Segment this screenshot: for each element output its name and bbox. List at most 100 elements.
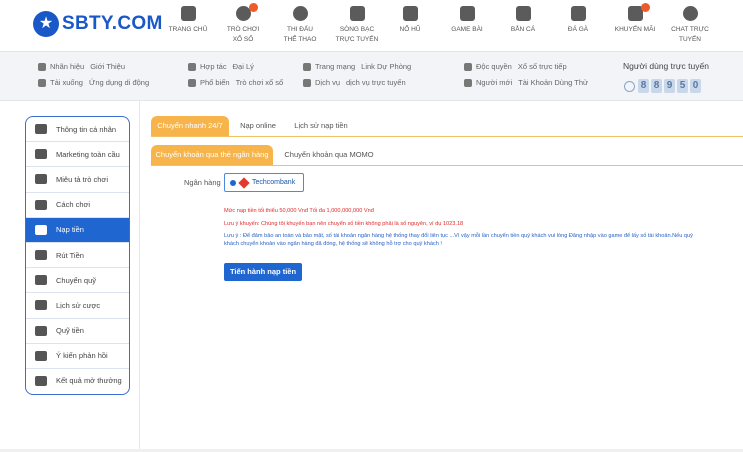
nav-ban-ca[interactable]: BẮN CÁ xyxy=(505,0,541,51)
subnav-link[interactable]: Dịch vụ xyxy=(315,78,340,87)
subnav-link[interactable]: Độc quyền xyxy=(476,62,512,71)
nav-label: GAME BÀI xyxy=(451,26,483,33)
counter-digit: 9 xyxy=(664,79,675,93)
subnav-group-popular: Phổ biến Trò chơi xổ số xyxy=(188,78,289,87)
id-card-icon xyxy=(35,124,47,135)
money-icon xyxy=(35,325,47,336)
subnav-link[interactable]: Trò chơi xổ số xyxy=(236,78,284,87)
subnav-link[interactable]: Tài Khoản Dùng Thử xyxy=(518,78,588,87)
subnav-link[interactable]: Đại Lý xyxy=(233,62,254,71)
logo[interactable]: SBTY.COM xyxy=(33,11,163,37)
subnav-group-download: Tải xuống Ứng dụng di động xyxy=(38,78,155,87)
sidebar-item-feedback[interactable]: Ý kiến phản hồi xyxy=(26,344,129,369)
tab-bank-transfer[interactable]: Chuyển khoản qua thẻ ngân hàng xyxy=(151,145,273,165)
sub-navigation: Nhãn hiệu Giới Thiệu Tải xuống Ứng dụng … xyxy=(0,52,743,101)
deposit-tabs: Chuyển nhanh 24/7 Nạp online Lịch sử nạp… xyxy=(151,116,743,137)
counter-digit: 5 xyxy=(677,79,688,93)
rooster-icon xyxy=(570,6,586,21)
heart-icon xyxy=(188,62,196,71)
deposit-limit-note: Mức nạp tiền tối thiểu 50,000 Vnđ Tối đa… xyxy=(224,208,374,214)
sidebar-item-label: Chuyển quỹ xyxy=(56,275,97,285)
sidebar-item-label: Marketing toàn cầu xyxy=(56,149,120,159)
feedback-icon xyxy=(35,350,47,361)
subnav-link[interactable]: Trang mạng xyxy=(315,62,355,71)
sidebar-item-marketing[interactable]: Marketing toàn cầu xyxy=(26,142,129,168)
amount-suggestion-note: Lưu ý khuyến: Chúng tôi khuyến bạn nên c… xyxy=(224,221,464,227)
nav-xo-so[interactable]: TRÒ CHƠI XỔ SỐ xyxy=(223,0,263,51)
subnav-link[interactable]: dịch vụ trực tuyến xyxy=(346,78,406,87)
sidebar-item-withdraw[interactable]: Rút Tiền xyxy=(26,243,129,269)
chat-icon xyxy=(682,6,698,21)
bank-option-techcombank[interactable]: Techcombank xyxy=(224,173,304,192)
content-divider xyxy=(139,100,140,452)
subnav-link[interactable]: Giới Thiệu xyxy=(90,62,125,71)
nav-game-bai[interactable]: GAME BÀI xyxy=(449,0,485,51)
submit-deposit-button[interactable]: Tiến hành nạp tiền xyxy=(224,263,302,281)
sidebar-item-label: Thông tin cá nhân xyxy=(56,124,117,134)
subnav-group-service: Dịch vụ dịch vụ trực tuyến xyxy=(303,78,412,87)
subnav-link[interactable]: Link Dự Phòng xyxy=(361,62,411,71)
sidebar-item-profile[interactable]: Thông tin cá nhân xyxy=(26,117,129,143)
logo-star-icon xyxy=(33,11,59,37)
nav-label: KHUYẾN MÃI xyxy=(614,26,656,33)
subnav-link[interactable]: Ứng dụng di động xyxy=(89,78,149,87)
security-note: Lưu ý : Để đảm bảo an toàn và bảo mật, s… xyxy=(224,233,693,247)
online-users-title: Người dùng trực tuyến xyxy=(623,61,709,71)
clock-icon xyxy=(35,375,47,386)
nav-label: BẮN CÁ xyxy=(510,26,536,33)
subnav-link[interactable]: Nhãn hiệu xyxy=(50,62,84,71)
slot-machine-icon xyxy=(402,6,418,21)
bank-label: Ngân hàng xyxy=(184,178,221,187)
sidebar-item-how-to-play[interactable]: Cách chơi xyxy=(26,193,129,218)
user-check-icon xyxy=(464,78,472,87)
nav-no-hu[interactable]: NỔ HŨ xyxy=(392,0,428,51)
sidebar-item-label: Cách chơi xyxy=(56,200,91,210)
subnav-link[interactable]: Hợp tác xyxy=(200,62,227,71)
subnav-group-site: Trang mạng Link Dự Phòng xyxy=(303,62,417,71)
tab-deposit-history[interactable]: Lịch sử nạp tiền xyxy=(287,116,355,136)
sidebar-item-game-description[interactable]: Miêu tả trò chơi xyxy=(26,167,129,193)
nav-chat[interactable]: CHAT TRỰC TUYẾN xyxy=(670,0,710,51)
counter-digit: 0 xyxy=(690,79,701,93)
sidebar-item-transfer[interactable]: Chuyển quỹ xyxy=(26,268,129,294)
lottery-ball-icon xyxy=(235,3,258,21)
transfer-icon xyxy=(35,275,47,286)
subnav-link[interactable]: Tải xuống xyxy=(50,78,83,87)
nav-song-bac[interactable]: SÒNG BẠC TRỰC TUYẾN xyxy=(334,0,380,51)
radio-selected-icon xyxy=(230,179,236,186)
tab-momo-transfer[interactable]: Chuyển khoản qua MOMO xyxy=(279,145,379,165)
nav-label: NỔ HŨ xyxy=(399,26,421,33)
nav-trang-chu[interactable]: TRANG CHỦ xyxy=(168,0,208,51)
casino-chips-icon xyxy=(349,6,365,21)
nav-khuyen-mai[interactable]: KHUYẾN MÃI xyxy=(613,0,657,51)
subnav-link[interactable]: Xổ số trực tiếp xyxy=(518,62,567,71)
sidebar-item-label: Quỹ tiền xyxy=(56,326,84,336)
subnav-group-exclusive: Độc quyền Xổ số trực tiếp xyxy=(464,62,573,71)
fish-icon xyxy=(515,6,531,21)
withdraw-icon xyxy=(35,250,47,261)
counter-digit: 8 xyxy=(638,79,649,93)
info-icon xyxy=(35,199,47,210)
download-icon xyxy=(38,78,46,87)
tab-fast-transfer[interactable]: Chuyển nhanh 24/7 xyxy=(151,116,229,136)
subnav-group-newbie: Người mới Tài Khoản Dùng Thử xyxy=(464,78,594,87)
nav-the-thao[interactable]: THI ĐẤU THỂ THAO xyxy=(280,0,320,51)
nav-da-ga[interactable]: ĐÁ GÀ xyxy=(560,0,596,51)
online-users-counter: 8 8 9 5 0 xyxy=(624,79,703,93)
hot-badge-icon xyxy=(640,3,650,12)
hot-badge-icon xyxy=(248,3,258,12)
sidebar-item-deposit[interactable]: Nạp tiền xyxy=(26,217,129,243)
sidebar-item-bet-history[interactable]: Lịch sử cược xyxy=(26,293,129,319)
subnav-link[interactable]: Phổ biến xyxy=(200,78,230,87)
top-header: SBTY.COM TRANG CHỦ TRÒ CHƠI XỔ SỐ THI ĐẤ… xyxy=(0,0,743,52)
tab-online-deposit[interactable]: Nạp online xyxy=(235,116,281,136)
counter-digit: 8 xyxy=(651,79,662,93)
techcombank-logo-icon xyxy=(238,176,250,189)
subnav-group-brand: Nhãn hiệu Giới Thiệu xyxy=(38,62,131,71)
logo-text: SBTY.COM xyxy=(62,13,163,34)
sidebar-item-label: Rút Tiền xyxy=(56,250,84,260)
nav-label: TRANG CHỦ xyxy=(168,26,208,33)
subnav-link[interactable]: Người mới xyxy=(476,78,512,87)
sidebar-item-funds[interactable]: Quỹ tiền xyxy=(26,319,129,344)
sidebar-item-results[interactable]: Kết quả mở thưởng xyxy=(26,369,129,393)
